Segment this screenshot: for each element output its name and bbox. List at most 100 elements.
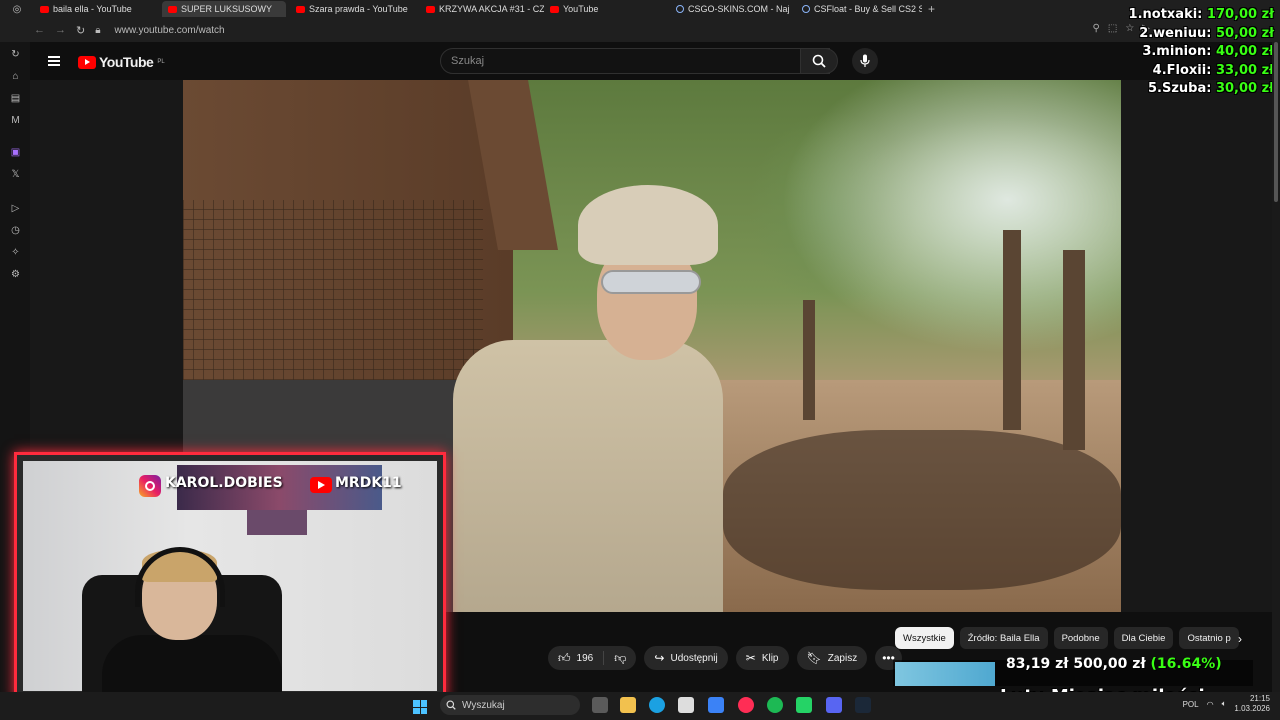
- youtube-icon: [168, 5, 177, 13]
- edge-icon[interactable]: [649, 697, 665, 713]
- tab-title: baila ella - YouTube: [53, 4, 132, 14]
- spotify-icon[interactable]: [767, 697, 783, 713]
- store-icon[interactable]: [678, 697, 694, 713]
- gmail-icon[interactable]: M: [9, 114, 22, 127]
- task-view-icon[interactable]: [592, 697, 608, 713]
- tab-title: Szara prawda - YouTube: [309, 4, 408, 14]
- tab-csfloat[interactable]: CSFloat - Buy & Sell CS2 S: [796, 1, 922, 17]
- related-filter-chips: Wszystkie Źródło: Baila Ella Podobne Dla…: [895, 627, 1240, 649]
- clip-button[interactable]: ✂ Klip: [735, 646, 789, 670]
- taskbar-search[interactable]: Wyszukaj: [440, 695, 580, 715]
- video-person-body: [453, 340, 723, 612]
- video-tree-trunk: [803, 300, 815, 420]
- dislike-button[interactable]: 👎︎: [604, 646, 636, 670]
- leaderboard-name: 4.Floxii:: [1152, 62, 1212, 78]
- leaderboard-row: 3.minion: 40,00 zł: [1129, 43, 1274, 62]
- hamburger-menu-icon[interactable]: [48, 56, 60, 66]
- share-button[interactable]: ↪ Udostępnij: [644, 646, 728, 670]
- save-label: Zapisz: [827, 652, 858, 664]
- goal-percent: (16.64%): [1150, 656, 1222, 672]
- back-arrow-icon[interactable]: ←: [34, 24, 45, 36]
- youtube-icon: [426, 5, 435, 13]
- voice-search-button[interactable]: [852, 48, 878, 74]
- opera-icon[interactable]: [738, 697, 754, 713]
- tab-super-luksusowy[interactable]: SUPER LUKSUSOWY: [162, 1, 286, 17]
- whatsapp-icon[interactable]: [796, 697, 812, 713]
- goal-target: 500,00 zł: [1073, 656, 1146, 672]
- clock-icon[interactable]: ◷: [9, 224, 22, 237]
- thumbs-down-icon: 👎︎: [614, 650, 627, 665]
- screenshot-icon[interactable]: ⬚: [1108, 23, 1117, 34]
- save-button[interactable]: 🔖︎ Zapisz: [796, 646, 868, 670]
- instagram-icon: [139, 475, 161, 497]
- leaderboard-name: 3.minion:: [1142, 44, 1212, 59]
- extensions-icon[interactable]: ✧: [9, 246, 22, 259]
- chip-source[interactable]: Źródło: Baila Ella: [959, 627, 1048, 649]
- settings-gear-icon[interactable]: ⚙: [9, 268, 22, 281]
- mail-icon[interactable]: [708, 697, 724, 713]
- new-tab-plus-icon[interactable]: +: [922, 2, 941, 16]
- streamer-webcam: KAROL.DOBIES MRDK11: [14, 452, 446, 700]
- chip-for-you[interactable]: Dla Ciebie: [1113, 627, 1174, 649]
- leaderboard-row: 4.Floxii: 33,00 zł: [1129, 62, 1274, 81]
- pin-icon[interactable]: ⚲: [1093, 23, 1100, 34]
- scissors-icon: ✂: [745, 651, 756, 665]
- chip-recent[interactable]: Ostatnio p: [1179, 627, 1239, 649]
- search-button[interactable]: [800, 48, 838, 74]
- steam-icon[interactable]: [855, 697, 871, 713]
- youtube-handle: MRDK11: [335, 475, 402, 491]
- player-icon[interactable]: ▷: [9, 202, 22, 215]
- tab-csgo-skins[interactable]: CSGO-SKINS.COM - Naj: [670, 1, 796, 17]
- windows-taskbar: [0, 692, 1280, 720]
- video-sunglasses: [601, 270, 701, 294]
- tab-youtube[interactable]: YouTube: [544, 1, 670, 17]
- system-tray: POL ◠ 🔈︎ 21:15 1.03.2026: [1183, 694, 1270, 714]
- leaderboard-row: 2.weniuu: 50,00 zł: [1129, 25, 1274, 44]
- forward-arrow-icon[interactable]: →: [55, 24, 66, 36]
- youtube-logo[interactable]: YouTube PL: [78, 54, 165, 70]
- chip-similar[interactable]: Podobne: [1053, 627, 1108, 649]
- tab-szara-prawda[interactable]: Szara prawda - YouTube: [290, 1, 420, 17]
- wifi-icon[interactable]: ◠: [1207, 700, 1214, 709]
- globe-icon: [802, 5, 810, 13]
- search-box: [440, 48, 830, 74]
- search-icon: [446, 700, 456, 710]
- x-icon[interactable]: 𝕏: [9, 168, 22, 181]
- video-tree-trunk: [1063, 250, 1085, 450]
- discord-icon[interactable]: [826, 697, 842, 713]
- youtube-icon: [310, 477, 332, 493]
- like-dislike-group: 👍︎ 196 👎︎: [548, 646, 637, 670]
- scrollbar-thumb[interactable]: [1274, 42, 1278, 202]
- leaderboard-row: 1.notxaki: 170,00 zł: [1129, 6, 1274, 25]
- reload-icon[interactable]: ↻: [76, 24, 85, 37]
- youtube-logo-text: YouTube: [99, 54, 154, 70]
- page-scrollbar[interactable]: [1272, 42, 1280, 692]
- thumbs-up-icon: 👍︎: [558, 650, 571, 665]
- history-icon[interactable]: ↻: [9, 48, 22, 61]
- like-button[interactable]: 👍︎ 196: [548, 646, 603, 670]
- language-indicator[interactable]: POL: [1183, 700, 1199, 709]
- chevron-right-icon[interactable]: ›: [1238, 632, 1242, 646]
- file-explorer-icon[interactable]: [620, 697, 636, 713]
- tab-title: KRZYWA AKCJA #31 - CZ: [439, 4, 544, 14]
- address-bar: ← → ↻ 🔒︎ www.youtube.com/watch ⚲ ⬚ ☆ ▷: [0, 18, 1280, 42]
- search-input[interactable]: [451, 55, 751, 67]
- url-field[interactable]: www.youtube.com/watch: [115, 25, 225, 36]
- shopping-icon[interactable]: ⌂: [9, 70, 22, 83]
- browser-tab-strip: ◎ baila ella - YouTube SUPER LUKSUSOWY S…: [0, 0, 1280, 18]
- tab-baila-ella[interactable]: baila ella - YouTube: [34, 1, 154, 17]
- tab-krzywa-akcja[interactable]: KRZYWA AKCJA #31 - CZ: [420, 1, 544, 17]
- taskbar-search-label: Wyszukaj: [462, 699, 505, 711]
- taskbar-clock[interactable]: 21:15 1.03.2026: [1234, 694, 1270, 714]
- video-tree-trunk: [1003, 230, 1021, 430]
- leaderboard-amount: 50,00 zł: [1215, 25, 1274, 41]
- lock-icon[interactable]: 🔒︎: [95, 25, 100, 36]
- goal-current: 83,19 zł: [1006, 656, 1069, 672]
- browser-menu-icon[interactable]: ◎: [0, 4, 34, 15]
- search-icon: [812, 54, 826, 68]
- notes-icon[interactable]: ▤: [9, 92, 22, 105]
- volume-icon[interactable]: 🔈︎: [1222, 699, 1227, 709]
- twitch-icon[interactable]: ▣: [9, 146, 22, 159]
- windows-start-icon[interactable]: [413, 700, 427, 714]
- chip-all[interactable]: Wszystkie: [895, 627, 954, 649]
